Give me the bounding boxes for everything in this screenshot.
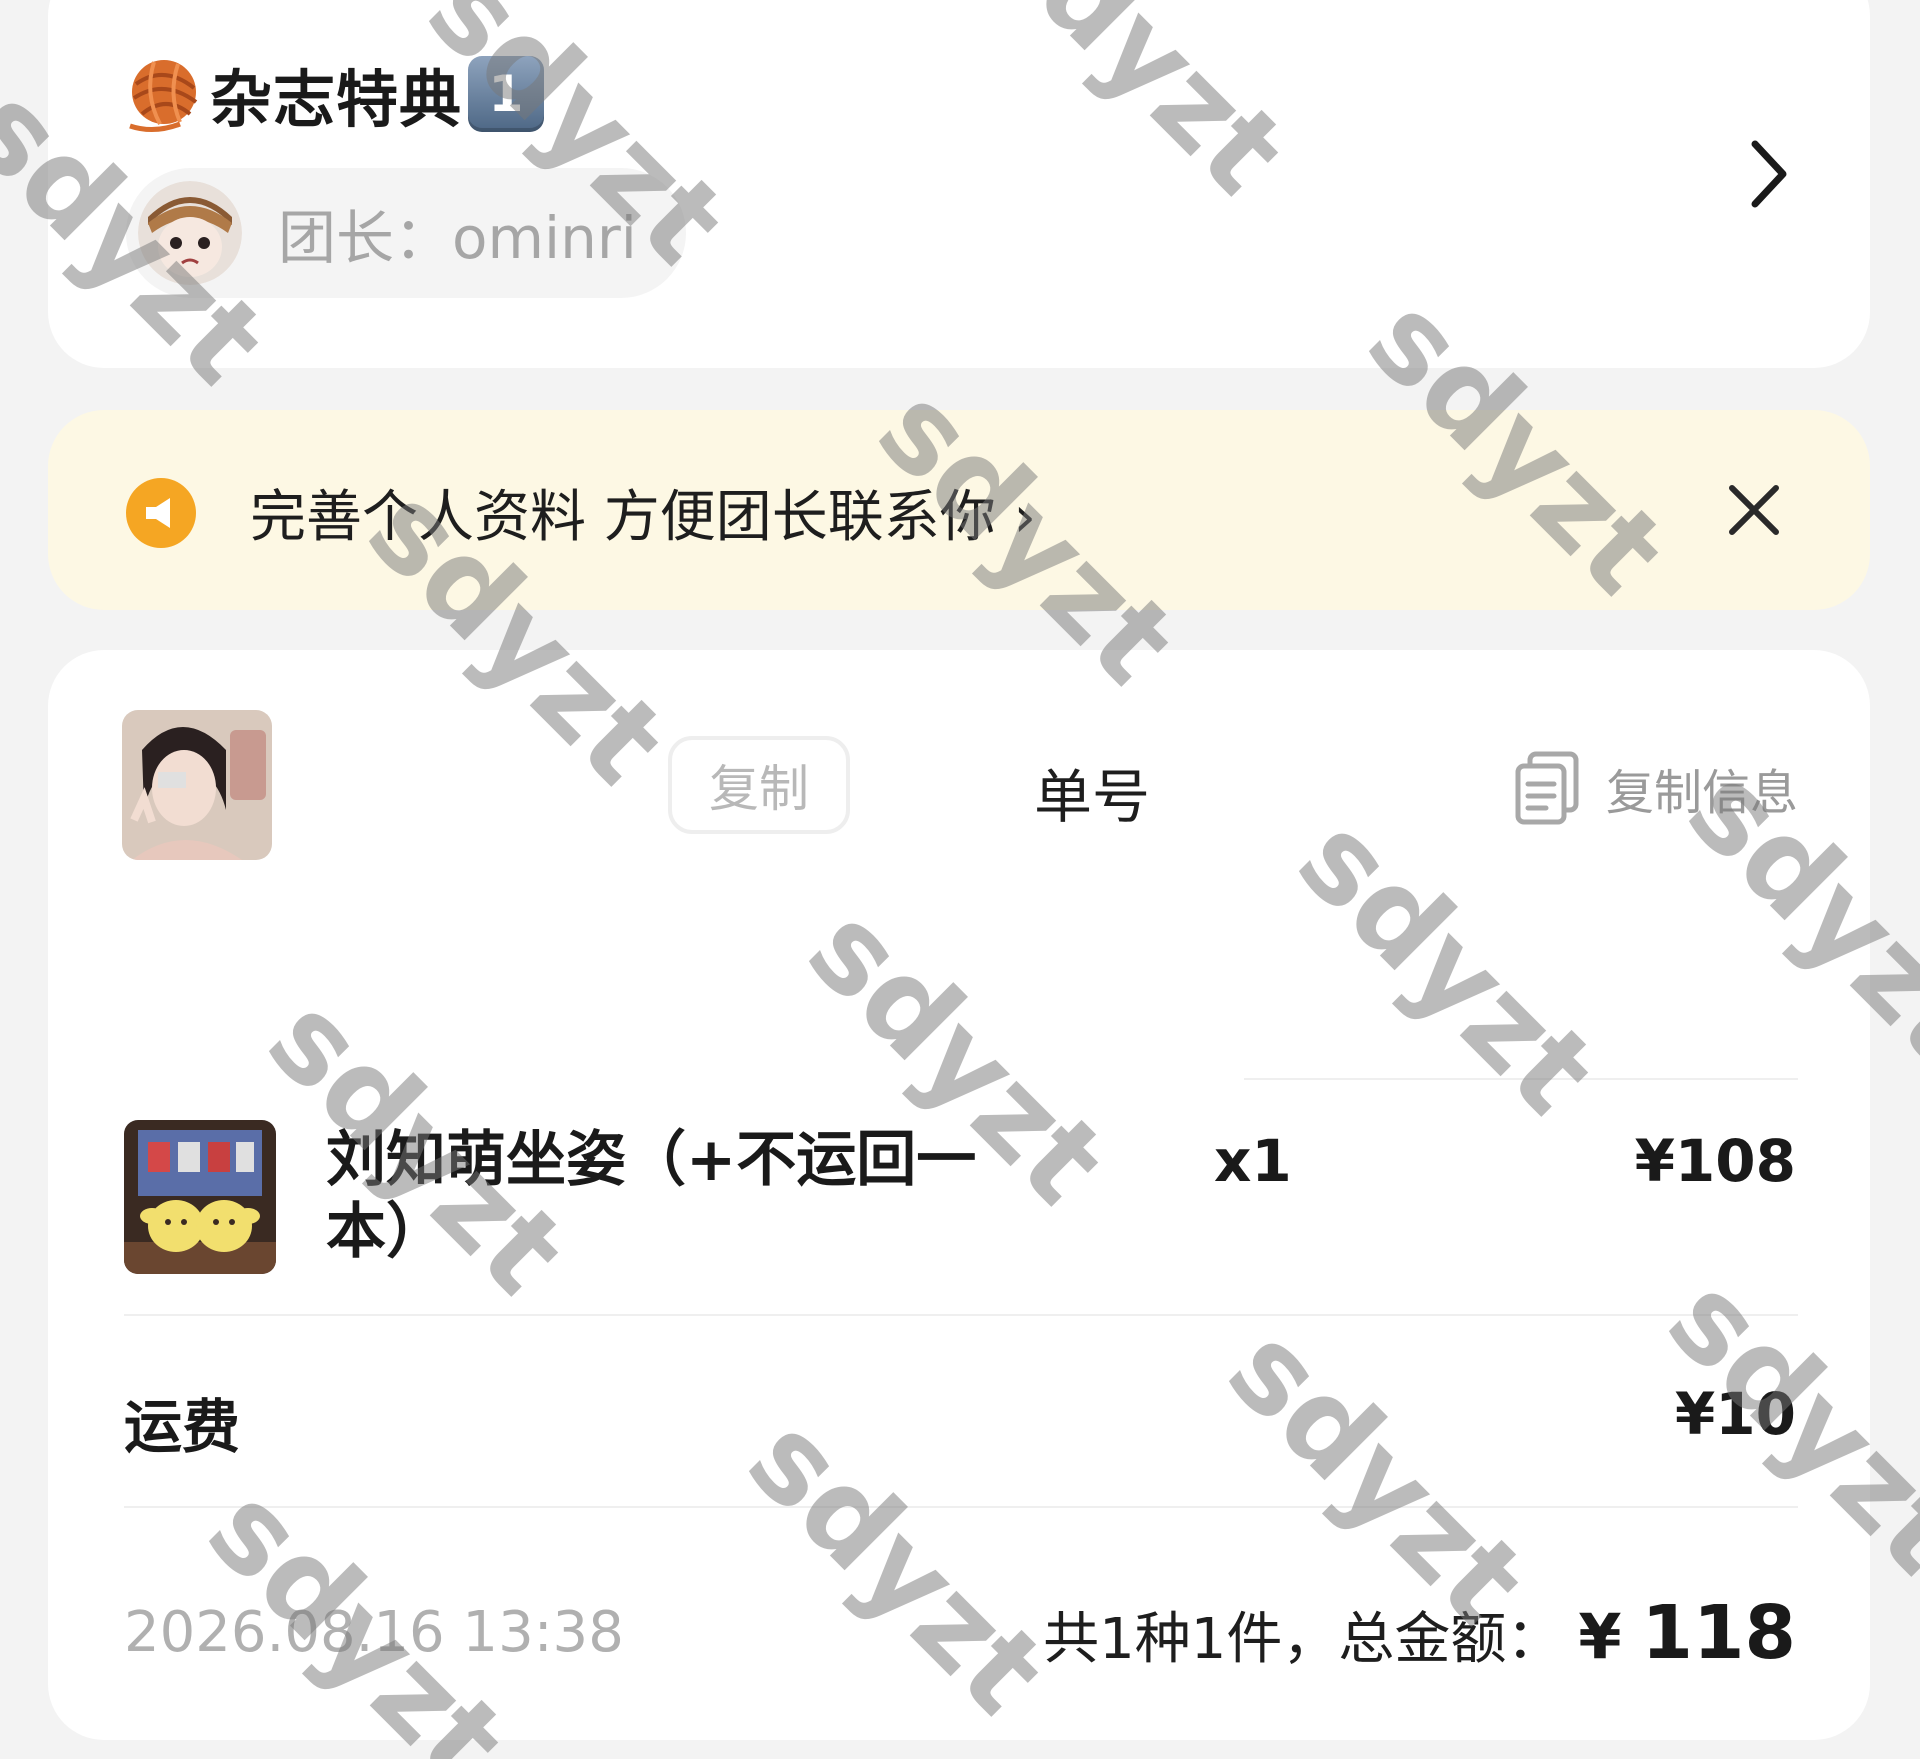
megaphone-icon: [126, 478, 196, 548]
copy-info-button[interactable]: 复制信息: [1514, 750, 1798, 826]
order-summary: 共1种1件，总金额： ¥ 118: [1043, 1590, 1796, 1676]
shipping-price: ¥10: [1674, 1380, 1796, 1448]
buyer-avatar: [122, 710, 272, 860]
number-badge: 1: [468, 56, 545, 132]
copy-button[interactable]: 复制: [668, 736, 850, 834]
page: 杂志特典 1 团长：ominri 完善个人资料 方便团长联系你 › 复制 单号 …: [0, 0, 1920, 1759]
divider: [124, 1506, 1798, 1508]
divider: [124, 1314, 1798, 1316]
document-copy-icon: [1515, 751, 1579, 825]
copy-info-label: 复制信息: [1606, 765, 1799, 821]
product-thumbnail[interactable]: [124, 1120, 276, 1274]
yarn-ball-icon: [129, 60, 198, 132]
shipping-label: 运费: [124, 1393, 241, 1461]
chevron-right-icon[interactable]: [1745, 138, 1793, 210]
divider: [1244, 1078, 1798, 1080]
product-name: 刘知萌坐姿（+不运回一本）: [326, 1125, 977, 1267]
order-time: 2026.08.16 13:38: [124, 1600, 624, 1665]
notice-text: 完善个人资料 方便团长联系你 ›: [250, 485, 1036, 550]
product-quantity: x1: [1214, 1127, 1292, 1195]
leader-name: 团长：ominri: [278, 204, 637, 272]
leader-pill[interactable]: 团长：ominri: [126, 168, 686, 298]
product-price: ¥108: [1634, 1127, 1796, 1195]
group-name: 杂志特典: [210, 63, 463, 136]
order-number-label: 单号: [1034, 763, 1151, 831]
total-amount: 118: [1641, 1590, 1796, 1676]
currency-symbol: ¥: [1578, 1600, 1622, 1673]
summary-text: 共1种1件，总金额：: [1043, 1607, 1563, 1672]
close-icon[interactable]: [1724, 480, 1784, 540]
group-title: 杂志特典 1: [124, 52, 545, 136]
leader-avatar: [138, 181, 242, 285]
